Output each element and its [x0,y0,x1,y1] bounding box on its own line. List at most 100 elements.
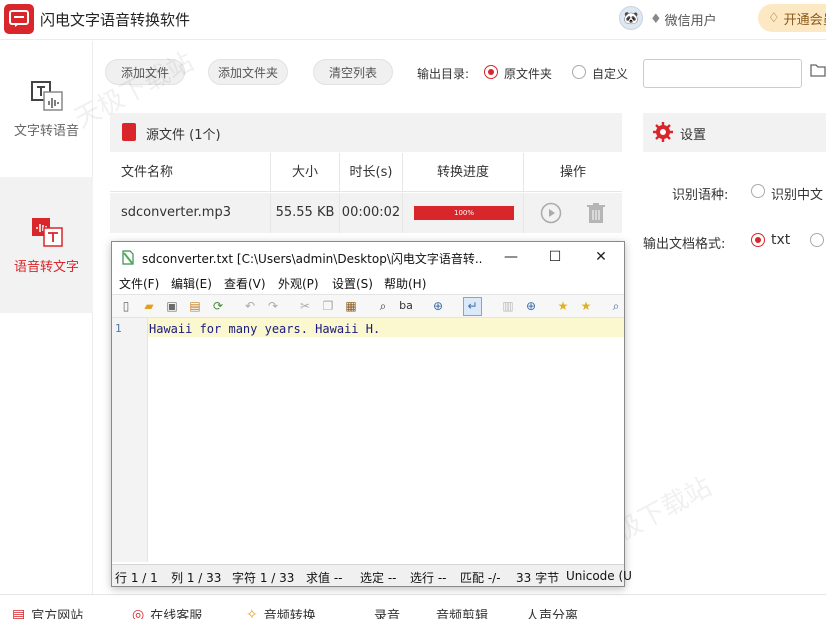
replace-icon[interactable]: ba [398,298,414,314]
find-icon[interactable]: ⌕ [375,298,391,314]
audio-edit-link[interactable]: 音频剪辑 [436,605,488,619]
output-dir-input[interactable] [643,59,802,88]
copy-icon[interactable]: ❐ [320,298,336,314]
notepad-menu-bar: 文件(F) 编辑(E) 查看(V) 外观(P) 设置(S) 帮助(H) [112,272,624,294]
source-folder-label: 原文件夹 [504,67,553,81]
line-number-gutter [112,318,148,562]
redo-icon[interactable]: ↷ [265,298,281,314]
table-header: 文件名称 大小 时长(s) 转换进度 操作 [110,153,622,192]
status-line: 行 1 / 1 [115,571,158,585]
column-header: 大小 [271,153,340,192]
maximize-button[interactable]: ☐ [545,247,565,267]
speech-to-text-icon [31,217,63,247]
app-title: 闪电文字语音转换软件 [40,11,191,29]
word-wrap-icon[interactable]: ↵ [463,297,482,316]
add-file-button[interactable]: 添加文件 [105,59,185,85]
add-favorite-icon[interactable]: ★ [578,298,594,314]
progress-fill: 100% [414,206,514,220]
progress-bar: 100% [414,206,514,220]
lang-label: 识别语种: [672,188,729,203]
menu-help[interactable]: 帮助(H) [384,275,426,292]
sidebar-item-speech-to-text[interactable]: 语音转文字 [0,177,93,313]
lang-radio-chinese[interactable] [751,184,765,198]
notepad-title-bar[interactable]: sdconverter.txt [C:\Users\admin\Desktop\… [112,242,624,272]
menu-view[interactable]: 查看(V) [224,275,266,292]
status-encoding: Unicode (U [566,569,632,583]
column-header: 时长(s) [340,153,403,192]
menu-file[interactable]: 文件(F) [119,275,159,292]
user-name[interactable]: ♦ 微信用户 [650,10,717,29]
minimize-button[interactable]: — [501,247,521,267]
audio-convert-icon: ✧ [246,606,258,619]
notepad-toolbar: ▯ ▰ ▣ ▤ ⟳ ↶ ↷ ✂ ❐ ▦ ⌕ ba ⊕ ↵ ▥ ⊕ ★ ★ ⌕ [112,294,624,318]
column-header: 转换进度 [403,153,524,192]
sidebar-item-text-to-speech[interactable]: 文字转语音 [0,41,93,177]
format-radio-other[interactable] [810,233,824,247]
source-panel-header: 源文件 (1个) [110,113,622,152]
menu-edit[interactable]: 编辑(E) [171,275,212,292]
menu-appearance[interactable]: 外观(P) [278,275,319,292]
open-folder-icon[interactable]: ▰ [141,298,157,314]
lang-option-label: 识别中文 [771,188,824,203]
settings-header: 设置 [643,113,826,152]
source-folder-radio[interactable] [484,65,498,79]
menu-settings[interactable]: 设置(S) [332,275,373,292]
close-button[interactable]: ✕ [591,247,611,267]
diamond-icon: ♦ [650,12,662,27]
output-dir-label: 输出目录: [417,67,470,81]
folder-icon[interactable] [810,62,826,82]
status-selection: 选定 -- [360,571,397,585]
vocal-separate-link[interactable]: 人声分离 [526,605,578,619]
status-selected-lines: 选行 -- [410,571,447,585]
editor-text[interactable]: Hawaii for many years. Hawaii H. [149,322,380,336]
status-bytes: 33 字节 [516,571,560,585]
format-radio-txt[interactable] [751,233,765,247]
app-window: 闪电文字语音转换软件 🐼 ♦ 微信用户 ♢ 开通会员 文字转语音 语音转文字 添… [0,0,826,619]
title-bar: 闪电文字语音转换软件 🐼 ♦ 微信用户 ♢ 开通会员 [0,0,826,40]
audio-convert-link[interactable]: ✧ 音频转换 [246,605,316,619]
add-folder-button[interactable]: 添加文件夹 [208,59,288,85]
new-file-icon[interactable]: ▯ [118,298,134,314]
undo-icon[interactable]: ↶ [242,298,258,314]
zoom-icon[interactable]: ⊕ [430,298,446,314]
delete-icon[interactable] [586,202,606,224]
text-to-speech-icon [30,80,63,111]
line-number: 1 [115,322,122,335]
paste-icon[interactable]: ▦ [343,298,359,314]
app-logo-icon [4,4,34,34]
source-panel-title: 源文件 (1个) [146,128,221,143]
vip-diamond-icon: ♢ [768,10,780,26]
file-list-icon [122,123,136,141]
sidebar-item-label: 语音转文字 [13,259,79,275]
reload-icon[interactable]: ⟳ [210,298,226,314]
online-service-link[interactable]: ◎ 在线客服 [132,605,202,619]
notepad-app-icon [122,250,134,265]
zoom-in-icon[interactable]: ⊕ [523,298,539,314]
save-all-icon[interactable]: ▤ [187,298,203,314]
save-icon[interactable]: ▣ [164,298,180,314]
user-avatar[interactable]: 🐼 [619,6,643,30]
official-site-link[interactable]: ▤ 官方网站 [12,605,83,619]
split-view-icon[interactable]: ▥ [500,298,516,314]
website-icon: ▤ [12,606,26,619]
bottom-bar: ▤ 官方网站 ◎ 在线客服 ✧ 音频转换 录音 音频剪辑 人声分离 [0,594,826,619]
file-name: sdconverter.mp3 [110,193,271,233]
notepad-window: sdconverter.txt [C:\Users\admin\Desktop\… [111,241,632,587]
status-char: 字符 1 / 33 [232,571,295,585]
gear-icon [653,122,673,142]
play-icon[interactable] [540,202,562,224]
sidebar-item-label: 文字转语音 [13,123,79,139]
clear-list-button[interactable]: 清空列表 [313,59,393,85]
favorite-icon[interactable]: ★ [555,298,571,314]
table-row[interactable]: sdconverter.mp3 55.55 KB 00:00:02 100% [110,193,622,233]
record-link[interactable]: 录音 [374,605,400,619]
column-header: 操作 [559,165,586,180]
search-icon[interactable]: ⌕ [608,298,624,314]
notepad-status-bar: 行 1 / 1 列 1 / 33 字符 1 / 33 求值 -- 选定 -- 选… [112,564,632,586]
custom-radio[interactable] [572,65,586,79]
vip-button[interactable]: ♢ 开通会员 [758,4,826,32]
cut-icon[interactable]: ✂ [297,298,313,314]
settings-title: 设置 [680,128,707,143]
status-match: 匹配 -/- [460,571,501,585]
file-duration: 00:00:02 [340,193,403,233]
